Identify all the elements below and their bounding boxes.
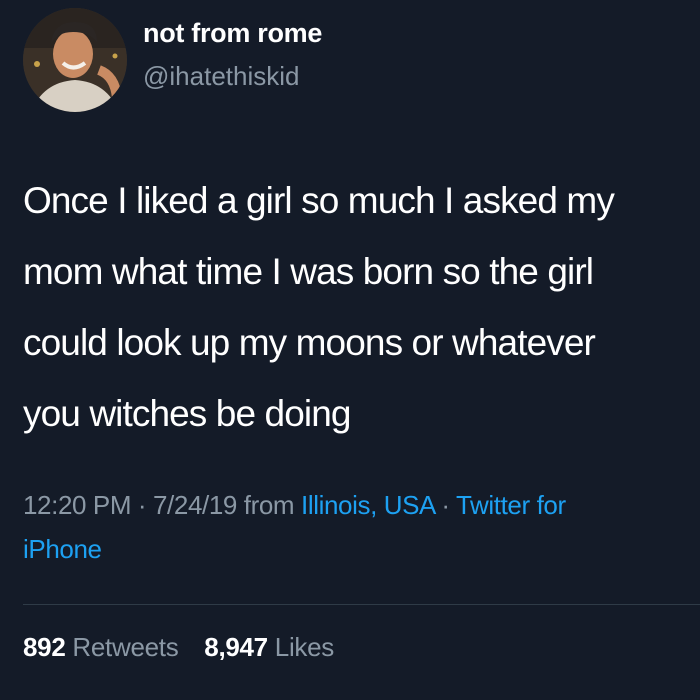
user-handle[interactable]: @ihatethiskid [143, 61, 299, 92]
client-link[interactable]: Twitter for [456, 490, 566, 520]
divider [23, 604, 700, 605]
tweet-card: not from rome @ihatethiskid Once I liked… [0, 0, 700, 700]
meta-separator: · [434, 490, 456, 520]
retweets-label[interactable]: Retweets [72, 632, 178, 662]
meta-from-label: from [236, 490, 302, 520]
tweet-text: Once I liked a girl so much I asked my m… [23, 165, 688, 449]
tweet-text-line: you witches be doing [23, 393, 351, 434]
meta-separator: · [131, 490, 153, 520]
likes-label[interactable]: Likes [275, 632, 335, 662]
location-link[interactable]: Illinois, USA [301, 490, 435, 520]
display-name[interactable]: not from rome [143, 18, 322, 49]
client-link-continued[interactable]: iPhone [23, 527, 693, 571]
tweet-meta-row: 12:20 PM · 7/24/19 from Illinois, USA · … [23, 483, 693, 527]
tweet-text-line: mom what time I was born so the girl [23, 251, 594, 292]
retweets-count[interactable]: 892 [23, 632, 66, 662]
tweet-date[interactable]: 7/24/19 [153, 490, 237, 520]
avatar[interactable] [23, 8, 127, 112]
tweet-text-line: Once I liked a girl so much I asked my [23, 180, 615, 221]
tweet-stats: 892 Retweets 8,947 Likes [23, 632, 334, 663]
tweet-time[interactable]: 12:20 PM [23, 490, 131, 520]
likes-count[interactable]: 8,947 [204, 632, 268, 662]
tweet-text-line: could look up my moons or whatever [23, 322, 596, 363]
avatar-photo-icon [23, 8, 127, 112]
tweet-meta: 12:20 PM · 7/24/19 from Illinois, USA · … [23, 483, 693, 571]
